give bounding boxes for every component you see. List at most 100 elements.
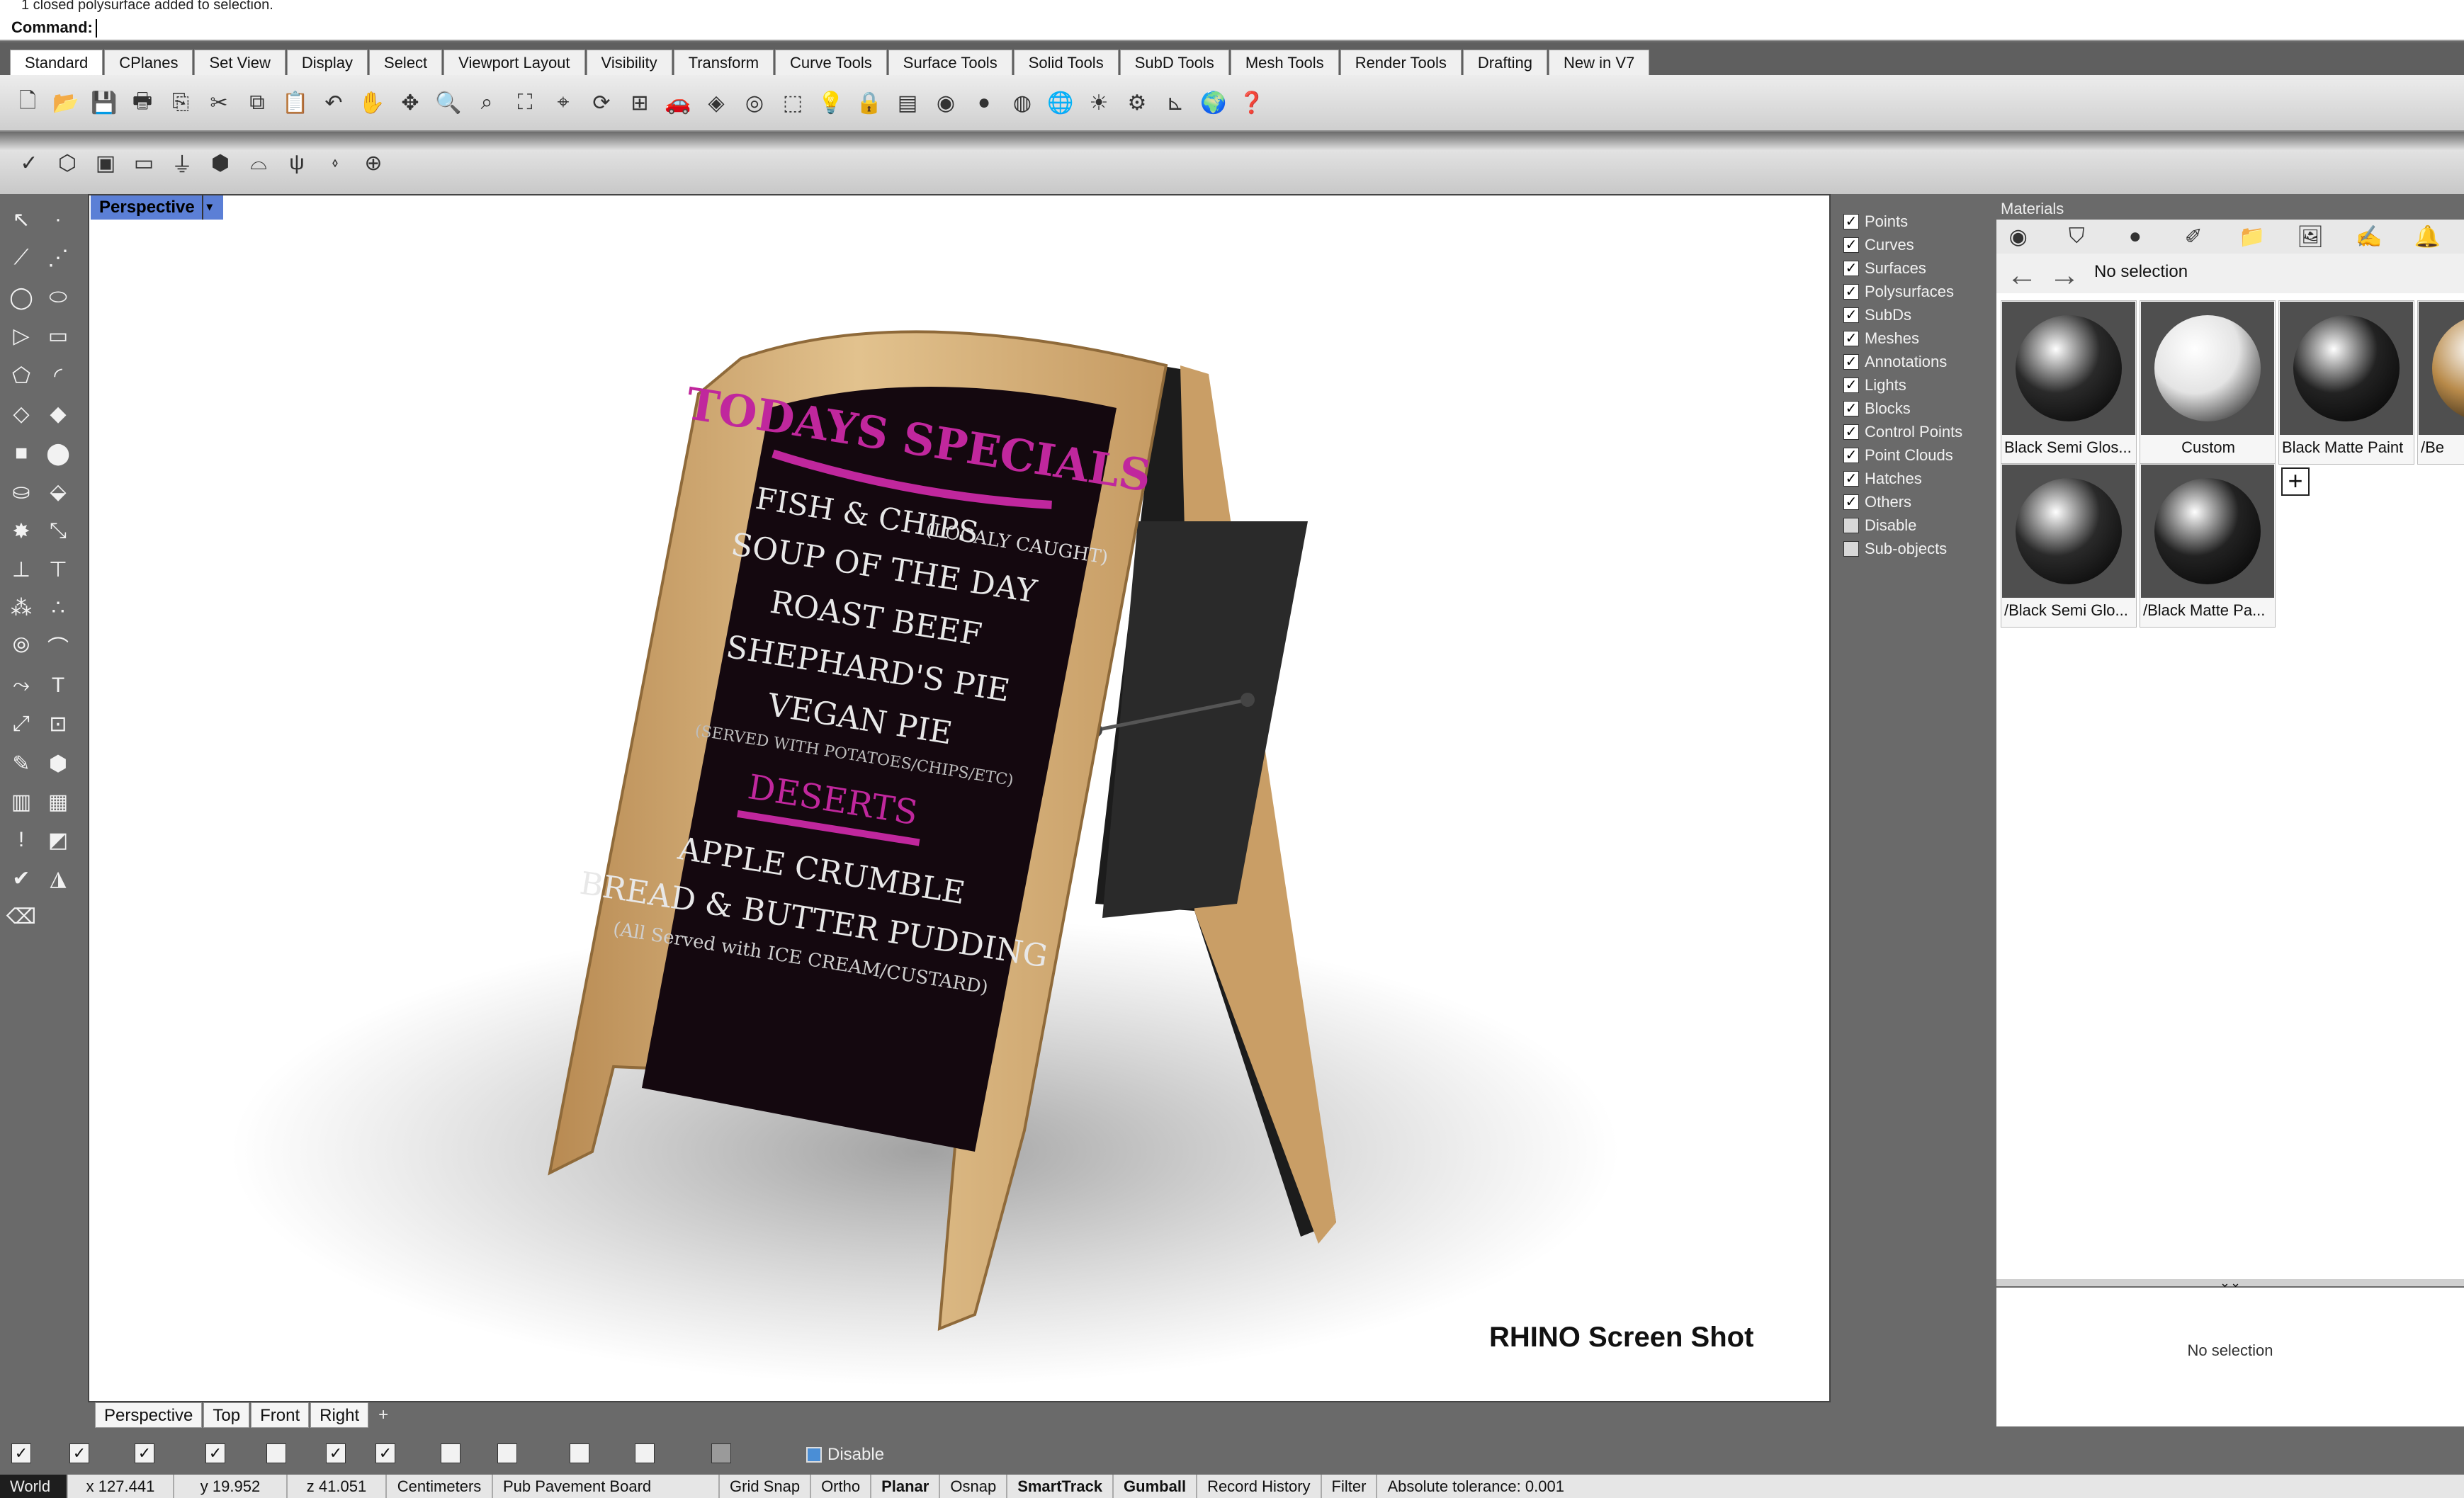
osnap-disable[interactable]: Disable — [806, 1445, 884, 1465]
visibility-item[interactable]: ✓ Annotations — [1843, 351, 1947, 373]
osnap-toggle[interactable]: Osnap — [940, 1475, 1008, 1498]
toolbar-tab-viewport-layout[interactable]: Viewport Layout — [443, 50, 585, 75]
environment-icon[interactable]: 🌐 — [1046, 88, 1075, 118]
cube-icon[interactable]: ⬢ — [204, 148, 237, 178]
rotate-view-icon[interactable]: ⟳ — [587, 88, 616, 118]
add-target-icon[interactable]: ⊕ — [357, 148, 390, 178]
visibility-item[interactable]: ✓ Hatches — [1843, 468, 1922, 489]
move-icon[interactable]: ✥ — [395, 88, 425, 118]
visibility-checkbox[interactable]: ✓ — [1843, 354, 1859, 370]
osnap-checkbox-4[interactable]: ✓ — [205, 1443, 225, 1463]
trim-icon[interactable]: ⊥ — [6, 554, 37, 585]
material-swatch[interactable]: Black Semi Glos... — [2001, 300, 2137, 465]
save-icon[interactable]: 💾 — [89, 88, 119, 118]
visibility-item[interactable]: ✓ Others — [1843, 492, 1911, 513]
polyline-icon[interactable]: ⟋ — [6, 242, 37, 273]
window-icon[interactable]: ▣ — [89, 148, 122, 178]
add-material-button[interactable]: + — [2281, 467, 2310, 496]
osnap-checkbox-9[interactable] — [497, 1443, 517, 1463]
dimension-tool-icon[interactable]: ⤢ — [6, 708, 37, 739]
zoom-window-icon[interactable]: ⌕ — [472, 88, 502, 118]
material-bell-icon[interactable]: 🔔 — [2406, 222, 2450, 251]
tab-right[interactable]: Right — [310, 1402, 369, 1428]
undo-icon[interactable]: ↶ — [319, 88, 349, 118]
smarttrack-toggle[interactable]: SmartTrack — [1007, 1475, 1114, 1498]
paste-icon[interactable]: 📋 — [281, 88, 310, 118]
arc-icon[interactable]: ◜ — [43, 360, 74, 391]
offset-icon[interactable]: ⤳ — [6, 670, 37, 701]
point-icon[interactable]: · — [43, 204, 74, 235]
shaded-icon[interactable]: ◈ — [701, 88, 731, 118]
car-icon[interactable]: 🚗 — [663, 88, 693, 118]
material-image-icon[interactable]: 🖼 — [2289, 222, 2333, 251]
filter-toggle[interactable]: Filter — [1322, 1475, 1378, 1498]
open-file-icon[interactable]: 📂 — [51, 88, 81, 118]
toolbar-tab-solid-tools[interactable]: Solid Tools — [1013, 50, 1119, 75]
ellipse-icon[interactable]: ⬭ — [43, 282, 74, 313]
grass-icon[interactable]: ψ — [281, 148, 313, 178]
text-icon[interactable]: T — [43, 670, 74, 701]
toolbar-tab-set-view[interactable]: Set View — [194, 50, 286, 75]
cplane-status[interactable]: World — [0, 1475, 68, 1498]
points-grid-icon[interactable]: ⊡ — [43, 708, 74, 739]
options-gear-icon[interactable]: ⚙ — [1122, 88, 1152, 118]
osnap-disable-checkbox[interactable] — [806, 1447, 822, 1463]
rectangle-icon[interactable]: ▭ — [43, 320, 74, 351]
toolbar-tab-select[interactable]: Select — [369, 50, 443, 75]
group-icon[interactable]: ⁂ — [6, 592, 37, 623]
boolean-union-icon[interactable]: ⬤ — [43, 438, 74, 469]
import-icon[interactable]: ⎘ — [166, 88, 196, 118]
material-swatch[interactable]: Custom — [2140, 300, 2276, 465]
viewport-title[interactable]: Perspective ▾ — [91, 195, 223, 220]
polygon-center-icon[interactable]: ⬠ — [6, 360, 37, 391]
cut-icon[interactable]: ✂ — [204, 88, 234, 118]
bar-chart-icon[interactable]: ▥ — [6, 786, 37, 817]
dimension-icon[interactable]: ⊾ — [1160, 88, 1190, 118]
osnap-checkbox-7[interactable]: ✓ — [375, 1443, 395, 1463]
visibility-checkbox[interactable] — [1843, 518, 1859, 533]
perspective-viewport[interactable]: TODAYS SPECIALS FISH & CHIPS (LOCALY CAU… — [88, 194, 1831, 1402]
ortho-toggle[interactable]: Ortho — [811, 1475, 872, 1498]
units-status[interactable]: Centimeters — [387, 1475, 493, 1498]
panel-splitter[interactable]: ⌄⌄ — [1996, 1276, 2464, 1289]
select-objects-icon[interactable]: ⬚ — [778, 88, 808, 118]
visibility-checkbox[interactable]: ✓ — [1843, 214, 1859, 229]
visibility-item[interactable]: ✓ SubDs — [1843, 305, 1911, 326]
texture-icon[interactable]: ⬫ — [319, 148, 351, 178]
zoom-icon[interactable]: 🔍 — [434, 88, 463, 118]
toolbar-tab-cplanes[interactable]: CPlanes — [104, 50, 193, 75]
toolbar-tab-subd-tools[interactable]: SubD Tools — [1119, 50, 1229, 75]
material-swatch[interactable]: Black Matte Paint — [2278, 300, 2414, 465]
visibility-checkbox[interactable] — [1843, 541, 1859, 557]
visibility-item[interactable]: Sub-objects — [1843, 538, 1947, 560]
osnap-checkbox-3[interactable]: ✓ — [135, 1443, 154, 1463]
zoom-extents-icon[interactable]: ⛶ — [510, 88, 540, 118]
pan-hand-icon[interactable]: ✋ — [357, 88, 387, 118]
visibility-item[interactable]: ✓ Control Points — [1843, 421, 1962, 443]
forward-arrow-icon[interactable]: → — [2049, 258, 2080, 293]
material-sphere-icon[interactable]: ● — [2113, 222, 2157, 251]
copy-icon[interactable]: ⧉ — [242, 88, 272, 118]
visibility-item[interactable]: ✓ Meshes — [1843, 328, 1919, 349]
visibility-checkbox[interactable]: ✓ — [1843, 401, 1859, 416]
surface-icon[interactable]: ◇ — [6, 398, 37, 429]
funnel-icon[interactable]: ⏚ — [166, 148, 198, 178]
material-swatch[interactable]: /Black Matte Pa... — [2140, 463, 2276, 628]
mesh-grid-icon[interactable]: ▦ — [43, 786, 74, 817]
polygon-icon[interactable]: ▷ — [6, 320, 37, 351]
sun-icon[interactable]: ☀ — [1084, 88, 1114, 118]
visibility-checkbox[interactable]: ✓ — [1843, 307, 1859, 323]
material-shield-icon[interactable]: ⛉ — [2055, 222, 2099, 251]
analysis-check-icon[interactable]: ✔ — [6, 863, 37, 894]
mesh-dome-icon[interactable]: ⌓ — [242, 148, 275, 178]
lock-icon[interactable]: 🔒 — [854, 88, 884, 118]
zoom-selected-icon[interactable]: ⌖ — [548, 88, 578, 118]
toolbar-tab-surface-tools[interactable]: Surface Tools — [888, 50, 1012, 75]
circle-icon[interactable]: ◯ — [6, 282, 37, 313]
visibility-item[interactable]: Disable — [1843, 515, 1916, 536]
visibility-checkbox[interactable]: ✓ — [1843, 378, 1859, 393]
check-icon[interactable]: ✓ — [13, 148, 45, 178]
command-input[interactable] — [95, 19, 97, 38]
tab-top[interactable]: Top — [203, 1402, 250, 1428]
visibility-checkbox[interactable]: ✓ — [1843, 261, 1859, 276]
